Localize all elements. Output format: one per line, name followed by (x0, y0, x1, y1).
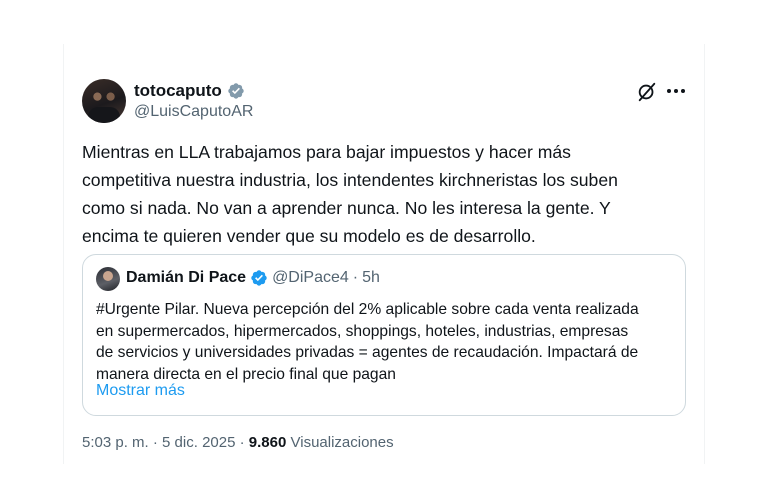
quoted-handle[interactable]: @DiPace4 (272, 269, 349, 287)
tweet-text: Mientras en LLA trabajamos para bajar im… (82, 142, 618, 246)
quoted-display-name[interactable]: Damián Di Pace (126, 269, 246, 287)
meta-separator: · (152, 434, 158, 451)
tweet-metadata: 5:03 p. m. · 5 dic. 2025 · 9.860 Visuali… (82, 434, 394, 451)
quoted-author-avatar[interactable] (96, 267, 120, 291)
author-name-row: totocaputo (134, 81, 245, 101)
tweet-time[interactable]: 5:03 p. m. (82, 434, 149, 451)
show-more-link[interactable]: Mostrar más (96, 382, 185, 400)
quoted-timestamp[interactable]: 5h (362, 269, 380, 287)
grey-verified-icon (228, 83, 244, 99)
blue-verified-icon (251, 270, 267, 286)
quoted-text: #Urgente Pilar. Nueva percepción del 2% … (96, 301, 639, 383)
tweet-date[interactable]: 5 dic. 2025 (162, 434, 235, 451)
author-avatar[interactable] (82, 79, 126, 123)
quoted-header: Damián Di Pace @DiPace4 · 5h (126, 269, 380, 287)
quoted-tweet[interactable]: Damián Di Pace @DiPace4 · 5h #Urgente Pi… (82, 254, 686, 416)
author-display-name[interactable]: totocaputo (134, 81, 222, 101)
meta-separator: · (239, 434, 245, 451)
views-label[interactable]: Visualizaciones (291, 434, 394, 451)
author-handle[interactable]: @LuisCaputoAR (134, 103, 253, 121)
grok-icon[interactable] (636, 81, 658, 103)
views-count[interactable]: 9.860 (249, 434, 287, 451)
quoted-separator: · (352, 269, 359, 286)
more-options-icon[interactable] (664, 81, 688, 103)
